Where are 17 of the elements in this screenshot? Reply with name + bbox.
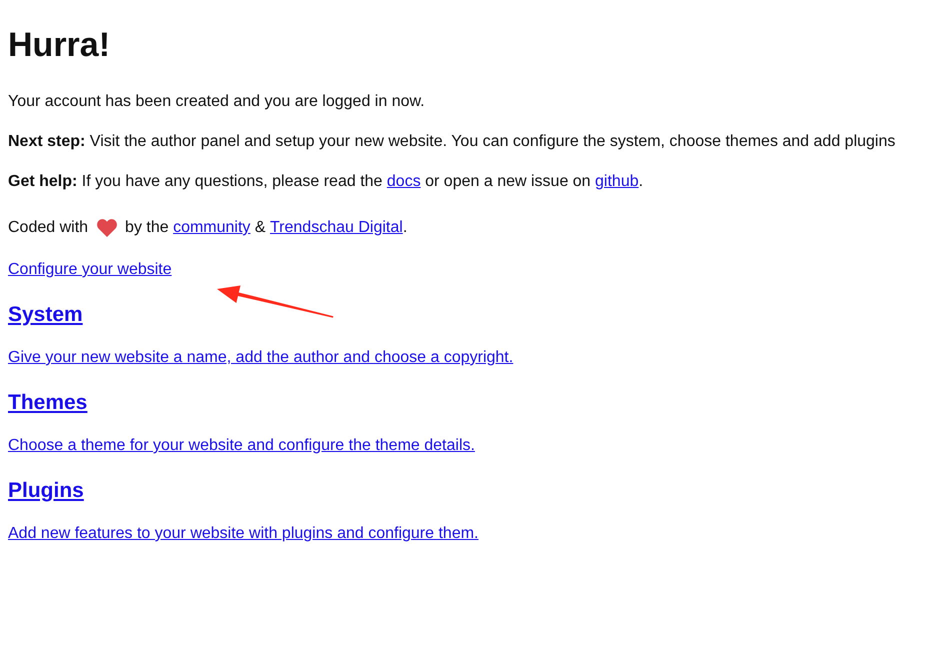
section-description-link[interactable]: Add new features to your website with plugins and configure them. [8, 525, 478, 542]
heart-icon [97, 219, 118, 237]
page-title: Hurra! [8, 25, 110, 66]
text-link[interactable]: Trendschau Digital [270, 210, 403, 246]
section-heading-link[interactable]: Plugins [8, 479, 84, 502]
section-description-link[interactable]: Choose a theme for your website and configure the theme details. [8, 437, 475, 454]
text-link[interactable]: community [173, 210, 250, 246]
body-text: Coded with by the community & Trendschau Digital. [8, 210, 408, 246]
text-link[interactable]: docs [386, 170, 421, 194]
section-description-link[interactable]: Give your new website a name, add the author and choose a copyright. [8, 349, 514, 366]
body-text: Your account has been created and you are logged in now. [8, 92, 425, 112]
body-text: Next step: Visit the author panel and setup your new website. You can configure the system, choose themes and add plugins [8, 132, 896, 152]
body-text: Get help: If you have any questions, please read the docs or open a new issue on github. [8, 170, 644, 194]
configure-link[interactable]: Configure your website [8, 258, 172, 282]
section-heading-link[interactable]: Themes [8, 391, 88, 414]
text-link[interactable]: github [595, 170, 639, 194]
section-heading-link[interactable]: System [8, 303, 83, 326]
